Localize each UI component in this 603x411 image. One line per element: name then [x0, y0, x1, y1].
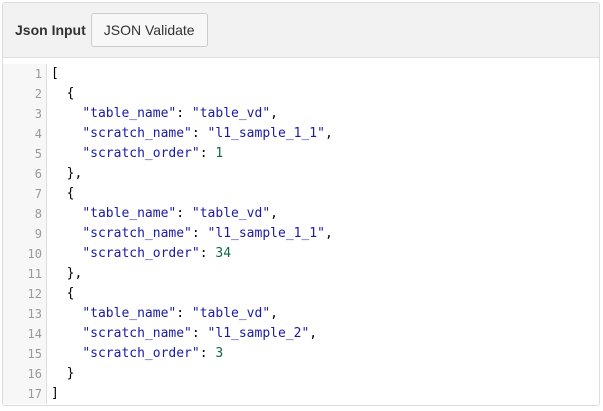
json-punctuation: , — [270, 306, 278, 321]
code-line[interactable]: }, — [51, 264, 599, 284]
line-number: 6 — [34, 167, 42, 181]
line-number: 3 — [34, 107, 42, 121]
code-area[interactable]: [ { "table_name": "table_vd", "scratch_n… — [47, 64, 599, 404]
json-string: "table_vd" — [191, 306, 271, 321]
json-punctuation — [51, 126, 82, 141]
json-punctuation — [51, 306, 82, 321]
json-string: "table_vd" — [191, 206, 271, 221]
json-string: "l1_sample_1_1" — [207, 126, 325, 141]
line-number-gutter: 1 2 3 4 5 6 7 8 9 10 11 12 13 14 15 16 17 — [3, 64, 47, 404]
code-line[interactable]: } — [51, 364, 599, 384]
json-punctuation: }, — [51, 166, 83, 181]
line-number: 12 — [27, 287, 42, 301]
json-string: "scratch_name" — [82, 326, 192, 341]
json-string: "scratch_order" — [82, 246, 200, 261]
code-line[interactable]: }, — [51, 164, 599, 184]
json-punctuation: , — [270, 206, 278, 221]
json-punctuation — [51, 326, 82, 341]
json-punctuation — [51, 206, 82, 221]
json-string: "table_vd" — [191, 106, 271, 121]
code-line[interactable]: "scratch_order": 1 — [51, 144, 599, 164]
json-punctuation: : — [176, 206, 192, 221]
json-code-editor[interactable]: 1 2 3 4 5 6 7 8 9 10 11 12 13 14 15 16 17 [ { "table_nam… — [3, 58, 599, 404]
json-number: 3 — [215, 346, 224, 361]
json-string: "table_name" — [82, 306, 177, 321]
line-number: 1 — [34, 67, 42, 81]
line-number: 7 — [34, 187, 42, 201]
json-punctuation: : — [191, 126, 208, 141]
json-number: 34 — [215, 246, 232, 261]
json-punctuation: }, — [51, 266, 83, 281]
json-validate-button[interactable]: JSON Validate — [90, 13, 208, 47]
json-punctuation — [51, 246, 82, 261]
json-punctuation: : — [191, 226, 208, 241]
json-punctuation — [51, 106, 82, 121]
json-punctuation: , — [309, 326, 318, 341]
json-punctuation: : — [199, 346, 216, 361]
line-number: 14 — [27, 327, 42, 341]
line-number: 4 — [34, 127, 42, 141]
line-number: 5 — [34, 147, 42, 161]
json-string: "scratch_name" — [82, 126, 192, 141]
json-punctuation: } — [51, 366, 75, 381]
code-line[interactable]: { — [51, 184, 599, 204]
json-punctuation: [ — [51, 66, 59, 81]
json-punctuation: : — [199, 146, 216, 161]
json-punctuation: , — [324, 126, 333, 141]
json-string: "scratch_order" — [82, 346, 200, 361]
line-number: 9 — [34, 227, 42, 241]
code-line[interactable]: "scratch_order": 34 — [51, 244, 599, 264]
json-punctuation: : — [191, 326, 208, 341]
code-line[interactable]: "scratch_name": "l1_sample_1_1", — [51, 224, 599, 244]
json-punctuation: ] — [51, 386, 59, 401]
json-punctuation: { — [51, 186, 75, 201]
json-punctuation: , — [270, 106, 278, 121]
code-line[interactable]: "scratch_name": "l1_sample_2", — [51, 324, 599, 344]
code-line[interactable]: ] — [51, 384, 599, 404]
json-string: "table_name" — [82, 206, 177, 221]
line-number: 16 — [27, 367, 42, 381]
code-line[interactable]: "scratch_order": 3 — [51, 344, 599, 364]
line-number: 17 — [27, 387, 42, 401]
json-string: "table_name" — [82, 106, 177, 121]
json-punctuation: : — [176, 106, 192, 121]
json-punctuation: : — [199, 246, 216, 261]
code-line[interactable]: { — [51, 284, 599, 304]
json-punctuation: , — [324, 226, 333, 241]
line-number: 2 — [34, 87, 42, 101]
json-string: "l1_sample_1_1" — [207, 226, 325, 241]
json-punctuation — [51, 226, 82, 241]
json-punctuation: { — [51, 286, 75, 301]
json-punctuation — [51, 346, 82, 361]
json-string: "l1_sample_2" — [207, 326, 310, 341]
json-number: 1 — [215, 146, 224, 161]
code-line[interactable]: "table_name": "table_vd", — [51, 104, 599, 124]
json-input-panel: Json Input JSON Validate 1 2 3 4 5 6 7 8 9 10 11 12… — [2, 2, 600, 406]
json-string: "scratch_order" — [82, 146, 200, 161]
panel-header: Json Input JSON Validate — [3, 3, 599, 58]
line-number: 13 — [27, 307, 42, 321]
code-line[interactable]: "table_name": "table_vd", — [51, 204, 599, 224]
panel-title: Json Input — [15, 22, 86, 38]
code-line[interactable]: [ — [51, 64, 599, 84]
line-number: 10 — [27, 247, 42, 261]
code-line[interactable]: "scratch_name": "l1_sample_1_1", — [51, 124, 599, 144]
code-line[interactable]: { — [51, 84, 599, 104]
line-number: 15 — [27, 347, 42, 361]
json-punctuation — [51, 146, 82, 161]
line-number: 8 — [34, 207, 42, 221]
json-punctuation: { — [51, 86, 75, 101]
json-punctuation: : — [176, 306, 192, 321]
json-string: "scratch_name" — [82, 226, 192, 241]
line-number: 11 — [27, 267, 42, 281]
code-line[interactable]: "table_name": "table_vd", — [51, 304, 599, 324]
